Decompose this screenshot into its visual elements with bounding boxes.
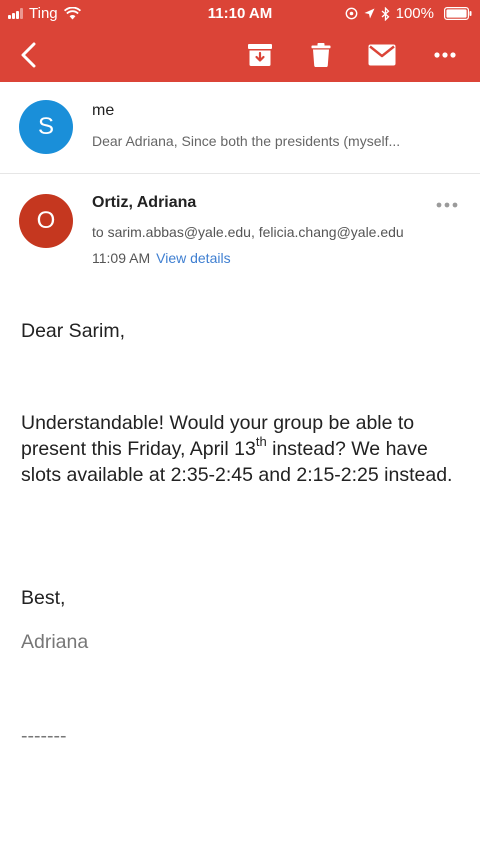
message-snippet: Dear Adriana, Since both the presidents … xyxy=(92,133,401,149)
delete-button[interactable] xyxy=(306,40,336,70)
signature-separator: ------- xyxy=(21,725,67,747)
avatar: S xyxy=(19,100,73,154)
avatar: O xyxy=(19,194,73,248)
app-header: Ting 11:10 AM 100% xyxy=(0,0,480,82)
body-paragraph: Understandable! Would your group be able… xyxy=(21,410,461,488)
message-time: 11:09 AM xyxy=(92,250,151,266)
message-meta: 11:09 AM View details xyxy=(92,250,231,266)
battery-percent: 100% xyxy=(395,5,434,22)
body-greeting: Dear Sarim, xyxy=(21,320,126,342)
orientation-lock-icon xyxy=(345,7,358,20)
bluetooth-icon xyxy=(381,6,390,21)
signature-name: Adriana xyxy=(21,631,89,653)
back-button[interactable] xyxy=(14,40,44,70)
view-details-link[interactable]: View details xyxy=(156,250,230,266)
collapsed-message[interactable]: S me Dear Adriana, Since both the presid… xyxy=(0,82,480,174)
battery-icon xyxy=(444,7,472,20)
more-options-button[interactable] xyxy=(430,40,460,70)
sender-name: Ortiz, Adriana xyxy=(92,194,197,211)
archive-button[interactable] xyxy=(245,40,275,70)
location-arrow-icon xyxy=(364,8,375,19)
sender-name: me xyxy=(92,102,115,119)
mail-icon xyxy=(368,44,396,66)
message-header: O Ortiz, Adriana to sarim.abbas@yale.edu… xyxy=(0,174,480,284)
more-horizontal-icon xyxy=(434,52,456,58)
toolbar xyxy=(0,26,480,82)
status-right: 100% xyxy=(339,5,472,22)
message-more-icon[interactable] xyxy=(436,202,458,208)
back-arrow-icon xyxy=(21,42,36,68)
status-bar: Ting 11:10 AM 100% xyxy=(0,0,480,26)
body-closing: Best, xyxy=(21,587,66,609)
archive-icon xyxy=(248,44,272,66)
mark-unread-button[interactable] xyxy=(367,40,397,70)
recipients: to sarim.abbas@yale.edu, felicia.chang@y… xyxy=(92,224,404,240)
trash-icon xyxy=(311,43,331,67)
ordinal-suffix: th xyxy=(255,433,267,449)
